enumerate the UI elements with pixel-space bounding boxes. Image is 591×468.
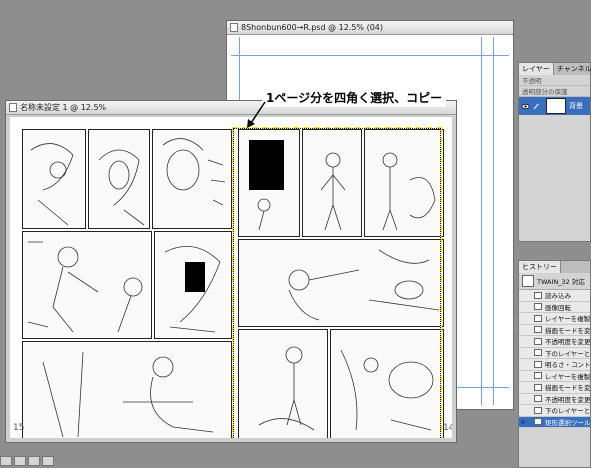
history-item-label: 下のレイヤーと結合 xyxy=(545,407,590,416)
sketch-drawing xyxy=(98,149,145,226)
sketch-drawing xyxy=(42,351,214,438)
history-item[interactable]: 画像回転 xyxy=(519,301,590,313)
history-item-label: 不透明度を変更 xyxy=(545,395,590,404)
sketch-drawing xyxy=(30,143,74,226)
window-title: 名称未設定 1 @ 12.5% xyxy=(20,103,107,112)
history-item[interactable]: 下のレイヤーと結合 xyxy=(519,347,590,359)
history-item[interactable]: 不透明度を変更 xyxy=(519,393,590,405)
blend-options[interactable]: 不透明 xyxy=(519,75,590,86)
history-item-label: 矩形選択ツール xyxy=(545,418,590,427)
annotation-arrow-icon xyxy=(247,101,266,128)
brush-icon xyxy=(533,102,539,110)
history-item[interactable]: 下のレイヤーと結合 xyxy=(519,405,590,417)
history-item[interactable]: 明るさ・コントラスト xyxy=(519,359,590,371)
snapshot-thumbnail xyxy=(522,275,534,287)
palette-tabs: ヒストリー xyxy=(519,261,590,273)
layer-thumbnail xyxy=(546,98,566,114)
minimized-window-button[interactable] xyxy=(28,456,40,466)
history-state-icon xyxy=(534,303,542,311)
history-list: 読み込み 画像回転 レイヤーを複製 描画モードを変更 不透明度を変更 下のレイヤ… xyxy=(519,290,590,428)
tab-history[interactable]: ヒストリー xyxy=(519,261,561,273)
history-palette[interactable]: ヒストリー TWAIN_32 対応 読み込み 画像回転 レイヤーを複製 描画モー… xyxy=(518,260,591,468)
guide-line xyxy=(493,37,494,405)
annotation-label: 1ページ分を四角く選択、コピー xyxy=(262,88,447,107)
history-item[interactable]: 読み込み xyxy=(519,290,590,302)
history-state-icon xyxy=(534,314,542,322)
minimized-window-button[interactable] xyxy=(14,456,26,466)
snapshot-label: TWAIN_32 対応 xyxy=(537,278,585,286)
window-titlebar[interactable]: 8Shonbun600→R.psd @ 12.5% (04) xyxy=(227,21,513,35)
page-number: 15 xyxy=(13,423,25,433)
sketch-drawing xyxy=(27,241,143,333)
document-icon xyxy=(9,103,17,112)
document-icon xyxy=(230,23,238,32)
history-state-icon xyxy=(534,406,542,414)
history-state-icon xyxy=(534,372,542,380)
sketch-drawing xyxy=(162,138,226,206)
tab-layers[interactable]: レイヤー xyxy=(519,63,554,75)
manga-panel xyxy=(22,129,86,229)
lock-transparency-option[interactable]: 透明部分の保護 xyxy=(519,86,590,97)
guide-line xyxy=(231,55,509,56)
current-state-arrow-icon: ▶ xyxy=(521,417,527,426)
sketch-drawing xyxy=(164,246,221,333)
history-state-icon xyxy=(534,383,542,391)
layer-row-background[interactable]: 背景 xyxy=(519,97,590,115)
history-item[interactable]: 描画モードを変更 xyxy=(519,382,590,394)
history-item-label: 画像回転 xyxy=(545,303,571,312)
history-item-label: レイヤーを複製 xyxy=(545,315,590,324)
history-item-label: 読み込み xyxy=(545,292,571,301)
manga-spread-canvas[interactable]: 15 14 xyxy=(10,117,452,438)
history-state-icon xyxy=(534,418,542,426)
history-state-icon xyxy=(534,395,542,403)
minimized-windows-bar xyxy=(0,456,80,468)
history-snapshot[interactable]: TWAIN_32 対応 xyxy=(519,273,590,290)
history-item-label: レイヤーを複製 xyxy=(545,372,590,381)
manga-panel xyxy=(88,129,150,229)
manga-panel xyxy=(152,129,232,229)
marquee-selection[interactable] xyxy=(232,127,442,438)
history-item[interactable]: 描画モードを変更 xyxy=(519,324,590,336)
history-item[interactable]: レイヤーを複製 xyxy=(519,313,590,325)
history-item-label: 明るさ・コントラスト xyxy=(545,361,590,370)
minimized-window-button[interactable] xyxy=(0,456,12,466)
minimized-window-button[interactable] xyxy=(42,456,54,466)
history-item-label: 下のレイヤーと結合 xyxy=(545,349,590,358)
palette-tabs: レイヤー チャンネル xyxy=(519,63,591,75)
manga-panel xyxy=(154,231,232,339)
history-item-label: 描画モードを変更 xyxy=(545,326,590,335)
guide-line xyxy=(481,37,482,405)
history-item-label: 不透明度を変更 xyxy=(545,338,590,347)
history-state-icon xyxy=(534,291,542,299)
history-item-current[interactable]: ▶ 矩形選択ツール xyxy=(519,416,590,428)
history-state-icon xyxy=(534,337,542,345)
manga-panel xyxy=(22,341,232,438)
manga-panel xyxy=(22,231,152,339)
history-item-label: 描画モードを変更 xyxy=(545,384,590,393)
document-window-front[interactable]: 名称未設定 1 @ 12.5% 15 14 xyxy=(5,100,457,443)
page-number: 14 xyxy=(443,423,452,433)
layer-name: 背景 xyxy=(569,102,583,110)
window-title: 8Shonbun600→R.psd @ 12.5% (04) xyxy=(241,23,383,32)
tab-channels[interactable]: チャンネル xyxy=(554,63,591,75)
history-item[interactable]: 不透明度を変更 xyxy=(519,336,590,348)
history-state-icon xyxy=(534,326,542,334)
eye-icon[interactable] xyxy=(521,102,530,111)
history-state-icon xyxy=(534,349,542,357)
history-state-icon xyxy=(534,360,542,368)
layers-palette[interactable]: レイヤー チャンネル 不透明 透明部分の保護 背景 xyxy=(518,62,591,242)
history-item[interactable]: レイヤーを複製 xyxy=(519,370,590,382)
